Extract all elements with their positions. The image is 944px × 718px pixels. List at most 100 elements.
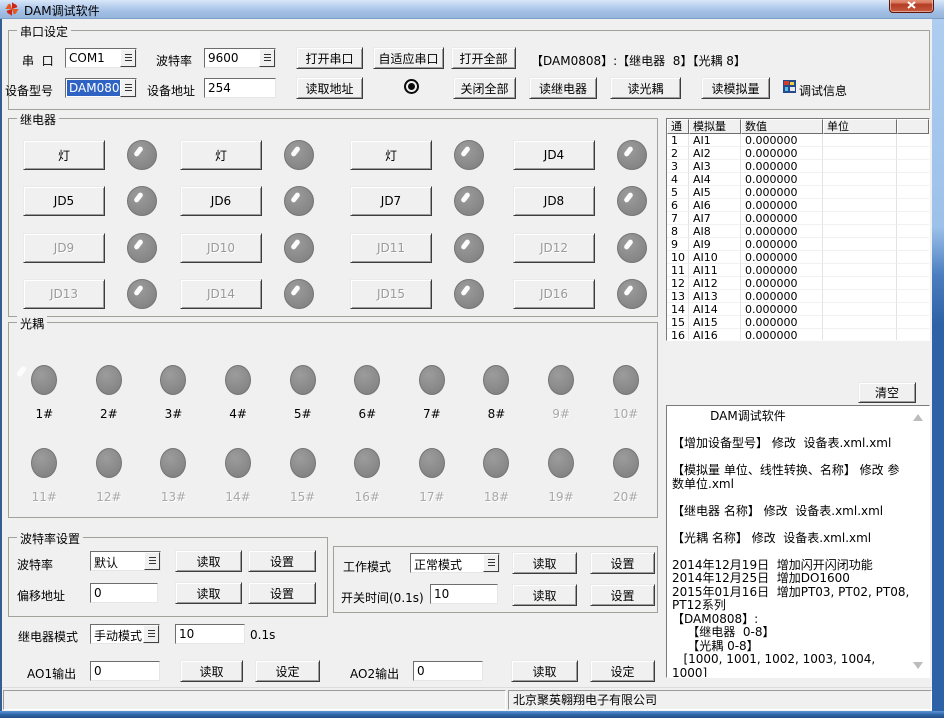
analog-table-row: 12AI120.000000 bbox=[667, 277, 929, 290]
analog-column-header[interactable]: 模拟量 bbox=[689, 119, 741, 134]
analog-table-cell: 0.000000 bbox=[741, 225, 823, 238]
dropdown-arrow-icon[interactable] bbox=[144, 552, 160, 570]
switch-time-read-button[interactable]: 读取 bbox=[512, 584, 577, 606]
debug-info-icon[interactable] bbox=[783, 80, 796, 93]
port-label: 串 口 bbox=[22, 52, 54, 69]
analog-column-header[interactable]: 数值 bbox=[741, 119, 823, 134]
analog-table-cell: 15 bbox=[667, 316, 689, 329]
baud-combobox[interactable]: 9600 bbox=[204, 48, 276, 68]
opto-cell-14: 14# bbox=[206, 444, 271, 527]
relay-mode-combobox[interactable]: 手动模式 bbox=[90, 624, 160, 644]
analog-table-cell: AI14 bbox=[689, 303, 741, 316]
clear-log-button[interactable]: 清空 bbox=[858, 382, 916, 403]
scroll-up-icon[interactable] bbox=[913, 414, 923, 421]
read-analog-button[interactable]: 读模拟量 bbox=[701, 77, 770, 99]
analog-table-cell: AI8 bbox=[689, 225, 741, 238]
scroll-down-icon[interactable] bbox=[913, 662, 923, 669]
port-combobox[interactable]: COM1 bbox=[65, 48, 137, 68]
analog-table-cell: 0.000000 bbox=[741, 303, 823, 316]
read-opto-button[interactable]: 读光耦 bbox=[610, 77, 681, 99]
relay-led-1 bbox=[127, 140, 157, 170]
relay-button-9: JD9 bbox=[23, 233, 105, 263]
opto-led-1 bbox=[31, 365, 57, 395]
status-panel-left bbox=[3, 690, 506, 710]
work-mode-label: 工作模式 bbox=[343, 558, 391, 575]
analog-table-cell bbox=[823, 329, 897, 341]
relay-led-10 bbox=[284, 233, 314, 263]
analog-table[interactable]: 通模拟量数值单位1AI10.0000002AI20.0000003AI30.00… bbox=[666, 118, 930, 341]
model-combobox[interactable]: DAM0808 bbox=[65, 78, 137, 98]
analog-column-header[interactable] bbox=[897, 119, 929, 134]
relay-time-input[interactable] bbox=[175, 624, 245, 644]
analog-table-cell bbox=[897, 134, 929, 147]
analog-table-cell: 10 bbox=[667, 251, 689, 264]
relay-button-11: JD11 bbox=[350, 233, 432, 263]
ao1-label: AO1输出 bbox=[27, 665, 76, 682]
switch-time-input[interactable] bbox=[430, 584, 498, 604]
ao2-set-button[interactable]: 设定 bbox=[590, 660, 655, 682]
window-border-right bbox=[932, 19, 944, 712]
ao1-read-button[interactable]: 读取 bbox=[180, 660, 243, 682]
relay-button-6[interactable]: JD6 bbox=[180, 186, 262, 216]
relay-led-13 bbox=[127, 279, 157, 309]
relay-button-5[interactable]: JD5 bbox=[23, 186, 105, 216]
switch-time-set-button[interactable]: 设置 bbox=[590, 584, 655, 606]
opto-label-4: 4# bbox=[229, 407, 247, 421]
analog-table-cell bbox=[823, 277, 897, 290]
device-addr-input[interactable] bbox=[204, 78, 276, 98]
opto-label-6: 6# bbox=[358, 407, 376, 421]
relay-button-3[interactable]: 灯 bbox=[350, 140, 432, 170]
work-mode-set-button[interactable]: 设置 bbox=[590, 552, 655, 574]
analog-table-cell bbox=[897, 303, 929, 316]
dropdown-arrow-icon[interactable] bbox=[483, 554, 499, 572]
relay-button-1[interactable]: 灯 bbox=[23, 140, 105, 170]
baud-read-button[interactable]: 读取 bbox=[175, 550, 242, 572]
relay-cell-14: JD14 bbox=[180, 279, 320, 309]
opto-led-16 bbox=[354, 448, 380, 478]
auto-port-button[interactable]: 自适应串口 bbox=[373, 47, 444, 69]
dropdown-arrow-icon[interactable] bbox=[143, 625, 159, 643]
baud-set-button[interactable]: 设置 bbox=[248, 550, 316, 572]
relay-button-7[interactable]: JD7 bbox=[350, 186, 432, 216]
open-all-button[interactable]: 打开全部 bbox=[451, 47, 516, 69]
opto-led-4 bbox=[225, 365, 251, 395]
analog-table-row: 10AI100.000000 bbox=[667, 251, 929, 264]
close-button[interactable] bbox=[889, 0, 934, 13]
ao1-input[interactable] bbox=[90, 661, 160, 681]
dropdown-arrow-icon[interactable] bbox=[120, 79, 136, 97]
dropdown-arrow-icon[interactable] bbox=[120, 49, 136, 67]
relay-button-2[interactable]: 灯 bbox=[180, 140, 262, 170]
read-addr-button[interactable]: 读取地址 bbox=[296, 77, 363, 99]
debug-log[interactable]: DAM调试软件 【增加设备型号】 修改 设备表.xml.xml 【模拟量 单位、… bbox=[666, 405, 930, 678]
offset-set-button[interactable]: 设置 bbox=[248, 582, 316, 604]
opto-led-2 bbox=[96, 365, 122, 395]
relay-cell-4: JD4 bbox=[513, 140, 653, 170]
close-all-button[interactable]: 关闭全部 bbox=[453, 77, 516, 99]
ao2-input[interactable] bbox=[413, 661, 483, 681]
analog-column-header[interactable]: 单位 bbox=[823, 119, 897, 134]
opto-grid: 1#2#3#4#5#6#7#8#9#10#11#12#13#14#15#16#1… bbox=[12, 361, 658, 527]
dropdown-arrow-icon[interactable] bbox=[259, 49, 275, 67]
analog-table-header: 通模拟量数值单位 bbox=[667, 119, 929, 134]
baud-settings-group: 波特率设置 波特率 默认 读取 设置 偏移地址 读取 设置 bbox=[8, 537, 328, 617]
relay-button-8[interactable]: JD8 bbox=[513, 186, 595, 216]
analog-column-header[interactable]: 通 bbox=[667, 119, 689, 134]
offset-addr-input[interactable] bbox=[90, 583, 158, 603]
relay-button-4[interactable]: JD4 bbox=[513, 140, 595, 170]
work-mode-read-button[interactable]: 读取 bbox=[512, 552, 577, 574]
analog-table-cell bbox=[823, 238, 897, 251]
read-relay-button[interactable]: 读继电器 bbox=[529, 77, 597, 99]
analog-table-cell: AI3 bbox=[689, 160, 741, 173]
work-mode-combobox[interactable]: 正常模式 bbox=[410, 553, 500, 573]
analog-table-cell bbox=[897, 160, 929, 173]
analog-table-row: 3AI30.000000 bbox=[667, 160, 929, 173]
ao2-read-button[interactable]: 读取 bbox=[511, 660, 578, 682]
open-port-button[interactable]: 打开串口 bbox=[296, 47, 363, 69]
ao1-set-button[interactable]: 设定 bbox=[255, 660, 320, 682]
opto-cell-4: 4# bbox=[206, 361, 271, 444]
offset-read-button[interactable]: 读取 bbox=[175, 582, 242, 604]
baud-setting-combobox[interactable]: 默认 bbox=[90, 551, 161, 571]
analog-table-cell: AI11 bbox=[689, 264, 741, 277]
analog-table-cell: 5 bbox=[667, 186, 689, 199]
title-bar[interactable]: DAM调试软件 bbox=[0, 0, 944, 19]
